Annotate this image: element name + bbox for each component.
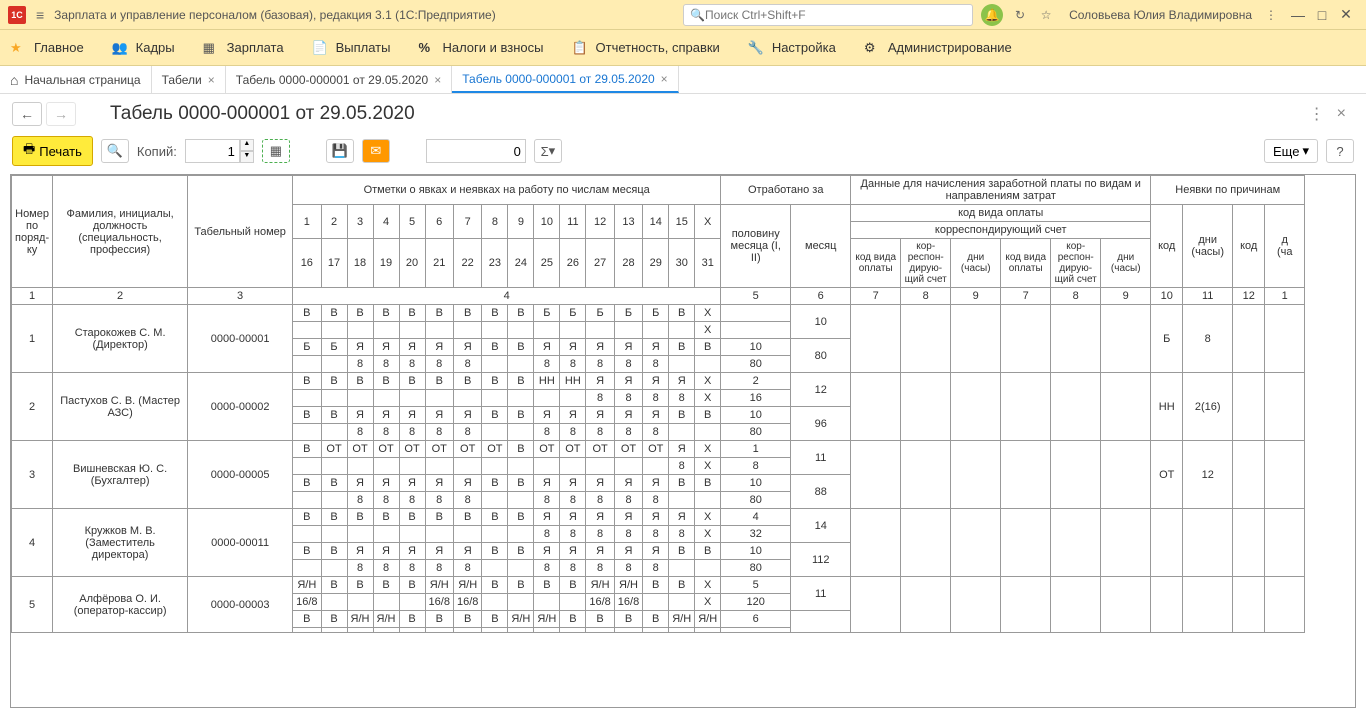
tab-tabel-2[interactable]: Табель 0000-000001 от 29.05.2020× <box>452 66 678 93</box>
search-input[interactable] <box>705 8 966 22</box>
close-icon[interactable]: × <box>661 72 668 86</box>
title-bar: 1C ≡ Зарплата и управление персоналом (б… <box>0 0 1366 30</box>
tab-tabeli[interactable]: Табели× <box>152 66 226 93</box>
page-header: ← → Табель 0000-000001 от 29.05.2020 ⋮ × <box>0 94 1366 134</box>
menu-admin[interactable]: Администрирование <box>862 36 1014 60</box>
tab-home[interactable]: Начальная страница <box>0 66 152 93</box>
menu-salary[interactable]: Зарплата <box>201 36 286 60</box>
search-icon: 🔍 <box>690 8 705 22</box>
copies-input[interactable] <box>185 139 240 163</box>
menu-reports[interactable]: Отчетность, справки <box>570 36 722 60</box>
app-title: Зарплата и управление персоналом (базова… <box>54 8 496 22</box>
wrench-icon <box>748 40 766 56</box>
menu-icon[interactable]: ⋮ <box>1260 4 1282 26</box>
tab-tabel-1[interactable]: Табель 0000-000001 от 29.05.2020× <box>226 66 452 93</box>
doc-icon <box>312 40 330 56</box>
table-wrap[interactable]: Номер по поряд-куФамилия, инициалы, долж… <box>10 174 1356 708</box>
page-title: Табель 0000-000001 от 29.05.2020 <box>110 103 415 125</box>
percent-icon <box>418 40 436 56</box>
toolbar: 🖶Печать 🔍 Копий: ▲▼ ▦ 💾 ✉ Σ ▾ Еще ▾ ? <box>0 134 1366 168</box>
notification-bell[interactable]: 🔔 <box>981 4 1003 26</box>
menu-taxes[interactable]: Налоги и взносы <box>416 36 545 60</box>
calc-icon <box>203 40 221 56</box>
numeric-input[interactable] <box>426 139 526 163</box>
save-button[interactable]: 💾 <box>326 139 354 163</box>
star-icon <box>10 40 28 56</box>
print-button[interactable]: 🖶Печать <box>12 136 93 166</box>
people-icon <box>112 40 130 56</box>
printer-icon: 🖶 <box>23 140 35 162</box>
preview-button[interactable]: 🔍 <box>101 139 129 163</box>
tabs-row: Начальная страница Табели× Табель 0000-0… <box>0 66 1366 94</box>
copies-spinner[interactable]: ▲▼ <box>240 139 254 163</box>
copies-label: Копий: <box>137 144 177 159</box>
hamburger-icon[interactable]: ≡ <box>36 7 44 23</box>
close-button[interactable]: ✕ <box>1334 6 1358 23</box>
help-button[interactable]: ? <box>1326 139 1354 163</box>
main-menu: Главное Кадры Зарплата Выплаты Налоги и … <box>0 30 1366 66</box>
user-name: Соловьева Юлия Владимировна <box>1069 8 1252 22</box>
minimize-button[interactable]: — <box>1286 7 1310 23</box>
favorite-icon[interactable]: ☆ <box>1035 4 1057 26</box>
close-icon[interactable]: × <box>208 73 215 87</box>
back-button[interactable]: ← <box>12 102 42 126</box>
more-actions[interactable]: ⋮ <box>1305 100 1329 128</box>
app-logo: 1C <box>8 6 26 24</box>
home-icon <box>10 72 18 88</box>
page-close[interactable]: × <box>1329 101 1354 127</box>
menu-main[interactable]: Главное <box>8 36 86 60</box>
report-icon <box>572 40 590 56</box>
gear-icon <box>864 40 882 56</box>
menu-hr[interactable]: Кадры <box>110 36 177 60</box>
close-icon[interactable]: × <box>434 73 441 87</box>
menu-payments[interactable]: Выплаты <box>310 36 393 60</box>
timesheet-grid: Номер по поряд-куФамилия, инициалы, долж… <box>11 175 1305 633</box>
forward-button[interactable]: → <box>46 102 76 126</box>
grid-button[interactable]: ▦ <box>262 139 290 163</box>
history-icon[interactable]: ↻ <box>1009 4 1031 26</box>
search-box[interactable]: 🔍 <box>683 4 973 26</box>
maximize-button[interactable]: □ <box>1310 7 1334 23</box>
email-button[interactable]: ✉ <box>362 139 390 163</box>
sigma-button[interactable]: Σ ▾ <box>534 139 562 163</box>
more-button[interactable]: Еще ▾ <box>1264 139 1318 163</box>
menu-settings[interactable]: Настройка <box>746 36 838 60</box>
